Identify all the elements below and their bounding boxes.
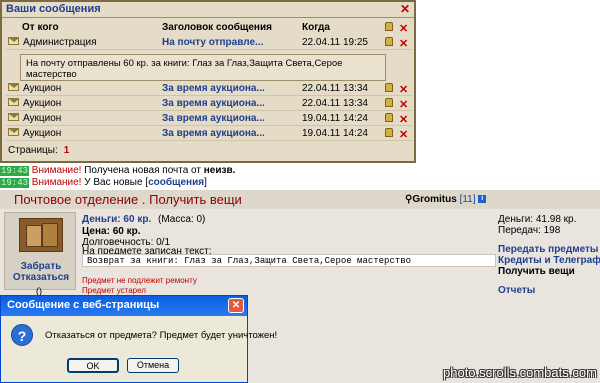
message-subject[interactable]: За время аукциона... (162, 128, 265, 139)
col-date: Когда (302, 22, 330, 33)
item-cell: Забрать Отказаться (4, 212, 76, 290)
messages-header: От кого Заголовок сообщения Когда ✕ (2, 21, 414, 35)
message-date: 22.04.11 13:34 (302, 83, 368, 94)
message-subject[interactable]: За время аукциона... (162, 98, 265, 109)
message-row[interactable]: Аукцион За время аукциона... 19.04.11 14… (6, 112, 412, 126)
message-date: 22.04.11 19:25 (302, 37, 368, 48)
info-icon[interactable]: i (478, 195, 487, 204)
chat-warning: Внимание! (31, 177, 82, 188)
item-actions: Забрать Отказаться (5, 261, 77, 283)
user-name[interactable]: Gromitus (412, 194, 456, 205)
link-reports[interactable]: Отчеты (498, 285, 535, 296)
message-row[interactable]: Аукцион За время аукциона... 22.04.11 13… (6, 82, 412, 96)
envelope-icon (8, 98, 19, 106)
delete-icon[interactable]: ✕ (399, 128, 408, 141)
side-transfers: Передач: 198 (498, 225, 561, 236)
dialog-titlebar: Сообщение с веб-страницы ✕ (1, 296, 247, 316)
col-from: От кого (22, 22, 59, 33)
chat-text: ] (204, 177, 207, 188)
message-row[interactable]: Аукцион За время аукциона... 22.04.11 13… (6, 97, 412, 111)
cancel-button[interactable]: Отмена (127, 358, 179, 373)
messages-link[interactable]: сообщения (148, 177, 204, 188)
chat-line: 19:43 Внимание! У Вас новые [сообщения] (0, 177, 207, 188)
item-price: Цена: 60 кр. (82, 226, 141, 237)
close-icon[interactable]: ✕ (400, 2, 410, 16)
delete-icon[interactable]: ✕ (399, 37, 408, 50)
message-body: На почту отправлены 60 кр. за книги: Гла… (20, 54, 386, 81)
item-warning: Предмет не подлежит ремонту (82, 276, 197, 285)
link-transfer-items[interactable]: Передать предметы (498, 244, 598, 255)
post-title: Почтовое отделение . Получить вещи (14, 192, 242, 207)
pages-label: Страницы: (8, 145, 58, 156)
messages-title: Ваши сообщения (6, 3, 101, 15)
delete-icon[interactable]: ✕ (399, 98, 408, 111)
envelope-icon (8, 83, 19, 91)
lock-all-icon[interactable] (385, 22, 393, 31)
envelope-icon (8, 37, 19, 45)
user-info: ⚲Gromitus [11] i (405, 194, 487, 205)
messages-window: Ваши сообщения ✕ От кого Заголовок сообщ… (0, 0, 416, 163)
item-image (19, 218, 63, 252)
user-level: [11] (459, 194, 476, 205)
chat-sender: неизв. (203, 165, 236, 176)
watermark: photo.scrolls.combats.com (443, 365, 597, 380)
lock-icon[interactable] (385, 113, 393, 122)
envelope-icon (8, 128, 19, 136)
item-warning: Предмет устарел (82, 286, 146, 295)
message-row[interactable]: Администрация На почту отправле... 22.04… (6, 36, 412, 50)
take-link[interactable]: Забрать (5, 261, 77, 272)
message-subject[interactable]: На почту отправле... (162, 37, 263, 48)
message-subject[interactable]: За время аукциона... (162, 83, 265, 94)
question-icon: ? (11, 324, 33, 346)
lock-icon[interactable] (385, 37, 393, 46)
chat-time[interactable]: 19:43 (0, 178, 30, 188)
item-money: Деньги: 60 кр. (82, 214, 152, 225)
link-receive-items[interactable]: Получить вещи (498, 266, 575, 277)
lock-icon[interactable] (385, 128, 393, 137)
lock-icon[interactable] (385, 98, 393, 107)
message-from: Аукцион (23, 128, 62, 139)
message-from: Аукцион (23, 113, 62, 124)
side-money: Деньги: 41.98 кр. (498, 214, 577, 225)
item-mass: (Масса: 0) (158, 214, 206, 225)
chat-line: 19:43 Внимание! Получена новая почта от … (0, 165, 235, 176)
delete-all-icon[interactable]: ✕ (399, 22, 408, 35)
chat-time[interactable]: 19:43 (0, 166, 30, 176)
post-header: Почтовое отделение . Получить вещи ⚲Grom… (0, 190, 600, 209)
chat-text: У Вас новые [ (81, 177, 149, 188)
chat-text: Получена новая почта от (81, 165, 204, 176)
item-money-line: Деньги: 60 кр. (Масса: 0) (82, 214, 205, 225)
inscription-text: Возврат за книги: Глаз за Глаз,Защита Св… (82, 254, 496, 267)
col-subject: Заголовок сообщения (162, 22, 272, 33)
dialog-title: Сообщение с веб-страницы (7, 299, 160, 311)
ok-button[interactable]: OK (67, 358, 119, 373)
messages-titlebar: Ваши сообщения ✕ (2, 2, 414, 18)
dialog-message: Отказаться от предмета? Предмет будет ун… (45, 330, 278, 341)
message-from: Аукцион (23, 98, 62, 109)
message-from: Аукцион (23, 83, 62, 94)
message-row[interactable]: Аукцион За время аукциона... 19.04.11 14… (6, 127, 412, 141)
pagination: Страницы: 1 (8, 145, 69, 156)
message-date: 19.04.11 14:24 (302, 113, 368, 124)
message-date: 22.04.11 13:34 (302, 98, 368, 109)
lock-icon[interactable] (385, 83, 393, 92)
delete-icon[interactable]: ✕ (399, 83, 408, 96)
delete-icon[interactable]: ✕ (399, 113, 408, 126)
message-from: Администрация (23, 37, 97, 48)
message-date: 19.04.11 14:24 (302, 128, 368, 139)
envelope-icon (8, 113, 19, 121)
dialog-close-icon[interactable]: ✕ (228, 298, 244, 313)
confirm-dialog: Сообщение с веб-страницы ✕ ? Отказаться … (0, 295, 277, 383)
refuse-link[interactable]: Отказаться (5, 272, 77, 283)
page-number[interactable]: 1 (64, 145, 70, 156)
message-subject[interactable]: За время аукциона... (162, 113, 265, 124)
link-credits-telegraph[interactable]: Кредиты и Телеграф (498, 255, 600, 266)
chat-warning: Внимание! (31, 165, 82, 176)
